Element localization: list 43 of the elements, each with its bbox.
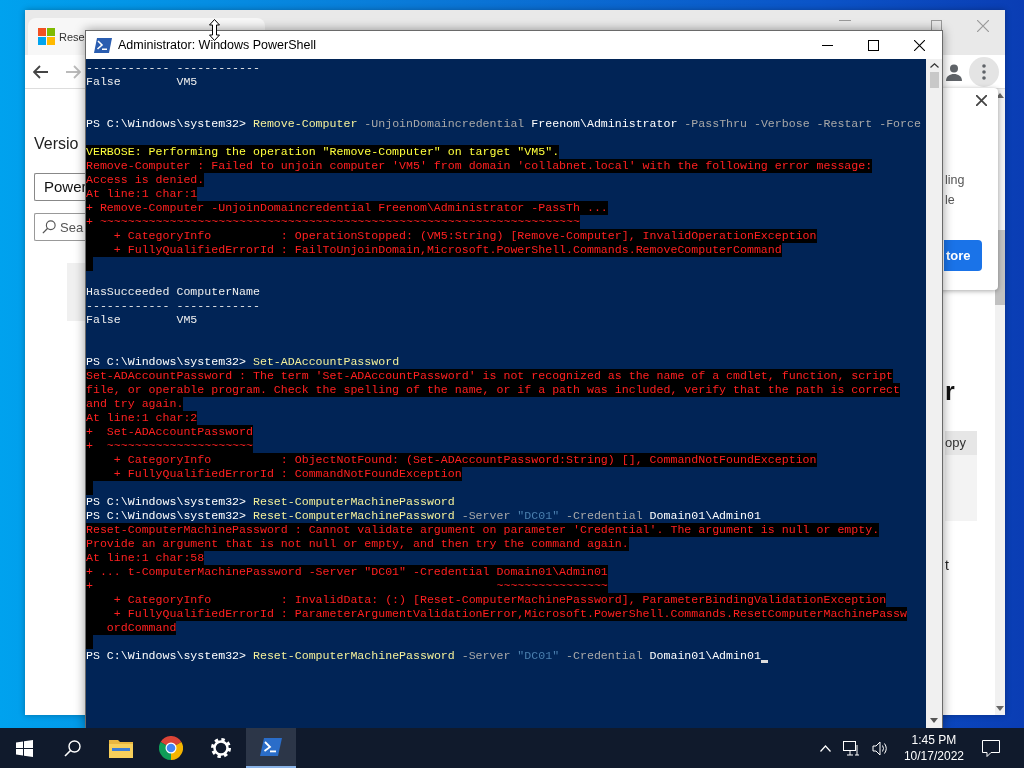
error-message: + FullyQualifiedErrorId : ParameterArgumentValidationError,Microsoft.PowerShell.Commands.ResetComputerMachinePassw <box>86 607 907 621</box>
error-message: and try again. <box>86 397 184 411</box>
page-heading: Versio <box>34 134 79 154</box>
error-message: Access is denied. <box>86 173 205 187</box>
error-message: + FullyQualifiedErrorId : FailToUnjoinDomain,Microsoft.PowerShell.Commands.RemoveComputerCommand <box>86 243 782 257</box>
error-message: At line:1 char:1 <box>86 187 198 201</box>
error-message: Remove-Computer : Failed to unjoin computer 'VM5' from domain 'collabnet.local' with the following error message: <box>86 159 873 173</box>
output-line: False VM5 <box>86 75 198 89</box>
error-message: + ~~~~~~~~~~~~~~~~~~~~~~~~~~~~~~~~~~~~~~~~~~~~~~~~~~~~~~~~~~~~~~~~~~~~~ <box>86 215 580 229</box>
error-message: ordCommand <box>86 621 177 635</box>
command-line: PS C:\Windows\system32> Reset-ComputerMachinePassword <box>86 495 455 509</box>
error-message: file, or operable program. Check the spelling of the name, or if a path was included, verify that the path is correct <box>86 383 900 397</box>
output-line: False VM5 <box>86 313 198 327</box>
error-message: + ~~~~~~~~~~~~~~~~ <box>86 579 608 593</box>
time-text: 1:45 PM <box>911 732 957 748</box>
error-message: Set-ADAccountPassword : The term 'Set-ADAccountPassword' is not recognized as the name of a cmdlet, function, script <box>86 369 894 383</box>
popup-text: le <box>945 192 955 209</box>
section-heading: r <box>945 377 955 405</box>
error-message: Reset-ComputerMachinePassword : Cannot validate argument on parameter 'Credential'. The argument is null or empty. <box>86 523 880 537</box>
output-line: ------------ ------------ <box>86 61 260 75</box>
error-message: + CategoryInfo : OperationStopped: (VM5:String) [Remove-Computer], InvalidOperationException <box>86 229 817 243</box>
error-message: + CategoryInfo : InvalidData: (:) [Reset-ComputerMachinePassword], ParameterBindingValidationException <box>86 593 887 607</box>
error-message: + CategoryInfo : ObjectNotFound: (Set-ADAccountPassword:String) [], CommandNotFoundException <box>86 453 817 467</box>
body-text: t <box>945 557 949 573</box>
verbose-message: VERBOSE: Performing the operation "Remove-Computer" on target "VM5". <box>86 145 560 159</box>
error-message: Provide an argument that is not null or empty, and then try the command again. <box>86 537 629 551</box>
command-line: PS C:\Windows\system32> Reset-ComputerMachinePassword -Server "DC01" -Credential Domain01\Admin01 <box>86 509 761 523</box>
error-message: At line:1 char:58 <box>86 551 205 565</box>
command-line: PS C:\Windows\system32> Set-ADAccountPassword <box>86 355 400 369</box>
error-message: At line:1 char:2 <box>86 411 198 425</box>
window-title: Administrator: Windows PowerShell <box>118 38 316 52</box>
tab-title: Rese <box>59 30 85 43</box>
error-message: + Remove-Computer -UnjoinDomaincredential Freenom\Administrator -PassTh ... <box>86 201 608 215</box>
error-message: + Set-ADAccountPassword <box>86 425 253 439</box>
command-line: PS C:\Windows\system32> Reset-ComputerMachinePassword -Server "DC01" -Credential Domain01\Admin01 <box>86 649 761 663</box>
popup-text: ling <box>945 172 965 189</box>
output-line: HasSucceeded ComputerName <box>86 285 260 299</box>
date-text: 10/17/2022 <box>903 748 964 764</box>
error-message: + ... t-ComputerMachinePassword -Server "DC01" -Credential Domain01\Admin01 <box>86 565 608 579</box>
error-message: + FullyQualifiedErrorId : CommandNotFoundException <box>86 467 462 481</box>
command-line: PS C:\Windows\system32> Remove-Computer -UnjoinDomaincredential Freenom\Administrator -PassThru -Verbose -Restart -Force <box>86 117 921 131</box>
error-message: + ~~~~~~~~~~~~~~~~~~~~~ <box>86 439 253 453</box>
output-line: ------------ ------------ <box>86 299 260 313</box>
